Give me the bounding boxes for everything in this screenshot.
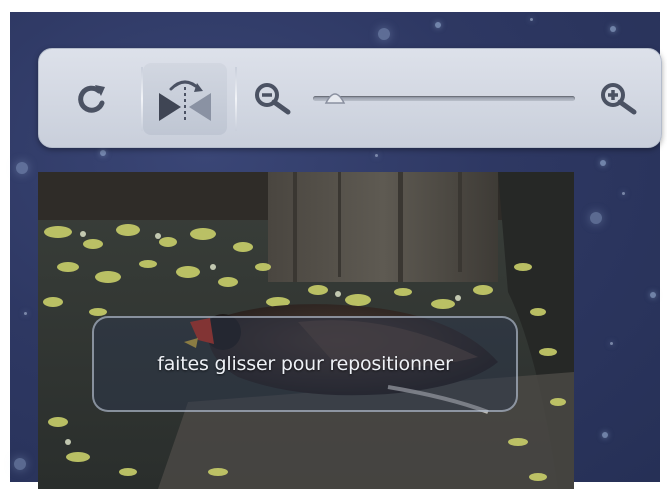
background-star bbox=[610, 342, 613, 345]
background-star bbox=[100, 150, 106, 156]
flip-horizontal-icon bbox=[159, 80, 211, 123]
rotate-clockwise-icon bbox=[78, 85, 105, 113]
background-star bbox=[622, 192, 625, 195]
background-star bbox=[590, 212, 602, 224]
zoom-out-button[interactable] bbox=[247, 75, 299, 123]
background-star bbox=[650, 292, 656, 298]
reposition-hint-overlay: faites glisser pour repositionner bbox=[92, 316, 518, 412]
rotate-button[interactable] bbox=[63, 71, 119, 127]
zoom-out-icon bbox=[255, 83, 291, 115]
background-star bbox=[435, 22, 441, 28]
zoom-in-button[interactable] bbox=[593, 75, 645, 123]
flip-button[interactable] bbox=[143, 63, 227, 135]
editor-stage: faites glisser pour repositionner bbox=[0, 0, 667, 489]
background-star bbox=[600, 160, 606, 166]
background-star bbox=[610, 26, 616, 32]
reposition-hint-text: faites glisser pour repositionner bbox=[157, 353, 453, 375]
background-star bbox=[602, 432, 608, 438]
background-star bbox=[16, 162, 28, 174]
background-star bbox=[14, 458, 26, 470]
toolbar-divider bbox=[235, 67, 237, 131]
zoom-slider-track[interactable] bbox=[313, 96, 575, 101]
zoom-in-icon bbox=[601, 83, 637, 115]
zoom-slider[interactable] bbox=[313, 83, 575, 113]
background-star bbox=[530, 18, 533, 21]
zoom-slider-thumb[interactable] bbox=[323, 83, 347, 107]
image-edit-toolbar bbox=[38, 48, 662, 148]
slider-handle-icon bbox=[324, 93, 345, 104]
background-star bbox=[24, 312, 27, 315]
background-star bbox=[375, 154, 378, 157]
background-star bbox=[378, 28, 390, 40]
